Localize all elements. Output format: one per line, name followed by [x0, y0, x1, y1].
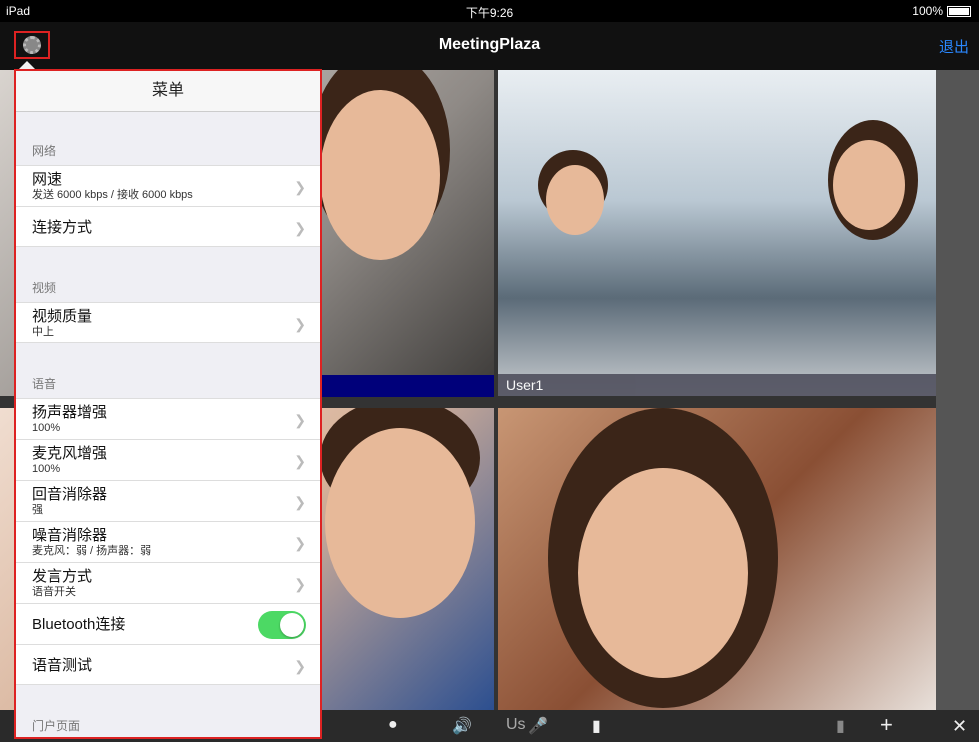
chevron-right-icon: ❯: [294, 179, 306, 195]
chevron-right-icon: ❯: [294, 220, 306, 236]
menu-item-mic-boost[interactable]: 麦克风增强 100% ❯: [16, 439, 320, 480]
camera-icon[interactable]: ▮: [592, 716, 601, 736]
user2-name-label: Us: [506, 716, 526, 733]
menu-item-audio-test[interactable]: 语音测试 ❯: [16, 644, 320, 685]
section-title: 语音: [32, 377, 57, 391]
settings-menu: 菜单 网络 网速 发送 6000 kbps / 接收 6000 kbps ❯ 连…: [14, 69, 322, 739]
document-icon[interactable]: ▮: [836, 716, 845, 736]
nav-bar: MeetingPlaza 退出: [0, 22, 979, 70]
section-title: 视频: [32, 281, 57, 295]
chevron-right-icon: ❯: [294, 412, 306, 428]
app-title: MeetingPlaza: [438, 36, 541, 53]
battery-icon: [947, 5, 971, 17]
video-tile-4[interactable]: [498, 408, 936, 710]
chevron-right-icon: ❯: [294, 658, 306, 674]
menu-item-noise-cancel[interactable]: 噪音消除器 麦克风：弱 / 扬声器：弱 ❯: [16, 521, 320, 562]
bluetooth-toggle[interactable]: [258, 611, 306, 639]
microphone-icon[interactable]: 🎤: [528, 716, 548, 736]
chat-icon[interactable]: ●: [388, 716, 398, 734]
section-video: 视频 视频质量 中上 ❯: [16, 247, 320, 343]
section-audio: 语音 扬声器增强 100% ❯ 麦克风增强 100% ❯ 回音消除器 强 ❯ 噪…: [16, 343, 320, 685]
close-button[interactable]: ✕: [952, 716, 967, 737]
video-tile-user1[interactable]: User1: [498, 70, 936, 396]
section-network: 网络 网速 发送 6000 kbps / 接收 6000 kbps ❯ 连接方式…: [16, 112, 320, 247]
clock: 下午9:26: [465, 6, 514, 20]
section-title: 网络: [32, 144, 57, 158]
user-name-label: User1: [498, 374, 936, 396]
chevron-right-icon: ❯: [294, 494, 306, 510]
menu-item-echo-cancel[interactable]: 回音消除器 强 ❯: [16, 480, 320, 521]
menu-item-speak-mode[interactable]: 发言方式 语音开关 ❯: [16, 562, 320, 603]
menu-item-network-speed[interactable]: 网速 发送 6000 kbps / 接收 6000 kbps ❯: [16, 165, 320, 206]
chevron-right-icon: ❯: [294, 576, 306, 592]
name-bar: [320, 375, 494, 397]
menu-title: 菜单: [16, 71, 320, 112]
menu-item-video-quality[interactable]: 视频质量 中上 ❯: [16, 302, 320, 343]
section-title: 门户页面: [32, 719, 81, 733]
speaker-icon[interactable]: 🔊: [452, 716, 472, 736]
chevron-right-icon: ❯: [294, 535, 306, 551]
menu-item-bluetooth: Bluetooth连接: [16, 603, 320, 644]
chevron-right-icon: ❯: [294, 316, 306, 332]
section-portal: 门户页面: [16, 685, 320, 737]
add-button[interactable]: +: [880, 712, 893, 738]
logout-button[interactable]: 退出: [939, 36, 969, 57]
chevron-right-icon: ❯: [294, 453, 306, 469]
status-bar: iPad 下午9:26 100%: [0, 0, 979, 22]
menu-item-speaker-boost[interactable]: 扬声器增强 100% ❯: [16, 398, 320, 439]
battery-percent: 100%: [912, 4, 943, 18]
side-strip: [936, 70, 979, 710]
menu-item-connection[interactable]: 连接方式 ❯: [16, 206, 320, 247]
